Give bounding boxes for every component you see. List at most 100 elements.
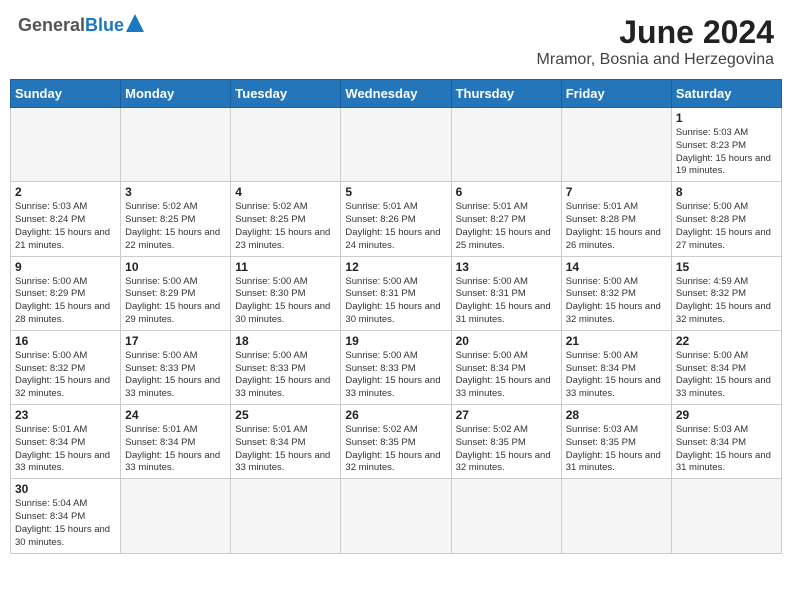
calendar-cell: 13 Sunrise: 5:00 AM Sunset: 8:31 PM Dayli… xyxy=(451,256,561,330)
calendar-cell xyxy=(121,479,231,553)
day-number: 15 xyxy=(676,260,777,274)
calendar-cell: 16 Sunrise: 5:00 AM Sunset: 8:32 PM Dayli… xyxy=(11,330,121,404)
calendar-cell: 7Sunrise: 5:01 AM Sunset: 8:28 PM Daylig… xyxy=(561,182,671,256)
day-number: 25 xyxy=(235,408,336,422)
cell-info: Sunrise: 5:01 AM Sunset: 8:26 PM Dayligh… xyxy=(345,201,446,252)
cell-info: Sunrise: 5:00 AM Sunset: 8:34 PM Dayligh… xyxy=(566,350,667,401)
cell-info: Sunrise: 4:59 AM Sunset: 8:32 PM Dayligh… xyxy=(676,276,777,327)
calendar-cell: 23 Sunrise: 5:01 AM Sunset: 8:34 PM Dayli… xyxy=(11,405,121,479)
cell-info: Sunrise: 5:01 AM Sunset: 8:27 PM Dayligh… xyxy=(456,201,557,252)
cell-info: Sunrise: 5:02 AM Sunset: 8:35 PM Dayligh… xyxy=(345,424,446,475)
day-number: 27 xyxy=(456,408,557,422)
calendar-cell: 15 Sunrise: 4:59 AM Sunset: 8:32 PM Dayli… xyxy=(671,256,781,330)
calendar-cell xyxy=(561,479,671,553)
header-day-friday: Friday xyxy=(561,80,671,108)
cell-info: Sunrise: 5:02 AM Sunset: 8:25 PM Dayligh… xyxy=(235,201,336,252)
calendar-cell xyxy=(341,479,451,553)
logo-general-text: General xyxy=(18,15,85,36)
calendar-cell xyxy=(121,108,231,182)
calendar-cell: 28 Sunrise: 5:03 AM Sunset: 8:35 PM Dayli… xyxy=(561,405,671,479)
calendar-cell: 17 Sunrise: 5:00 AM Sunset: 8:33 PM Dayli… xyxy=(121,330,231,404)
calendar-cell: 30Sunrise: 5:04 AM Sunset: 8:34 PM Dayli… xyxy=(11,479,121,553)
header-day-monday: Monday xyxy=(121,80,231,108)
day-number: 7 xyxy=(566,185,667,199)
cell-info: Sunrise: 5:00 AM Sunset: 8:29 PM Dayligh… xyxy=(15,276,116,327)
week-row-1: 1 Sunrise: 5:03 AM Sunset: 8:23 PM Daylig… xyxy=(11,108,782,182)
calendar-cell: 22 Sunrise: 5:00 AM Sunset: 8:34 PM Dayli… xyxy=(671,330,781,404)
cell-info: Sunrise: 5:01 AM Sunset: 8:34 PM Dayligh… xyxy=(125,424,226,475)
day-number: 8 xyxy=(676,185,777,199)
cell-info: Sunrise: 5:03 AM Sunset: 8:34 PM Dayligh… xyxy=(676,424,777,475)
cell-info: Sunrise: 5:00 AM Sunset: 8:33 PM Dayligh… xyxy=(345,350,446,401)
week-row-4: 16 Sunrise: 5:00 AM Sunset: 8:32 PM Dayli… xyxy=(11,330,782,404)
cell-info: Sunrise: 5:03 AM Sunset: 8:35 PM Dayligh… xyxy=(566,424,667,475)
cell-info: Sunrise: 5:03 AM Sunset: 8:23 PM Dayligh… xyxy=(676,127,777,178)
day-number: 23 xyxy=(15,408,116,422)
cell-info: Sunrise: 5:02 AM Sunset: 8:25 PM Dayligh… xyxy=(125,201,226,252)
cell-info: Sunrise: 5:00 AM Sunset: 8:34 PM Dayligh… xyxy=(676,350,777,401)
calendar-cell: 4 Sunrise: 5:02 AM Sunset: 8:25 PM Daylig… xyxy=(231,182,341,256)
day-number: 28 xyxy=(566,408,667,422)
cell-info: Sunrise: 5:01 AM Sunset: 8:34 PM Dayligh… xyxy=(235,424,336,475)
calendar-cell xyxy=(561,108,671,182)
calendar-cell xyxy=(11,108,121,182)
calendar-cell: 18Sunrise: 5:00 AM Sunset: 8:33 PM Dayli… xyxy=(231,330,341,404)
cell-info: Sunrise: 5:00 AM Sunset: 8:31 PM Dayligh… xyxy=(345,276,446,327)
cell-info: Sunrise: 5:00 AM Sunset: 8:30 PM Dayligh… xyxy=(235,276,336,327)
location-title: Mramor, Bosnia and Herzegovina xyxy=(537,51,774,69)
cell-info: Sunrise: 5:02 AM Sunset: 8:35 PM Dayligh… xyxy=(456,424,557,475)
calendar-cell: 1 Sunrise: 5:03 AM Sunset: 8:23 PM Daylig… xyxy=(671,108,781,182)
calendar-cell: 8 Sunrise: 5:00 AM Sunset: 8:28 PM Daylig… xyxy=(671,182,781,256)
day-number: 17 xyxy=(125,334,226,348)
calendar-cell: 26 Sunrise: 5:02 AM Sunset: 8:35 PM Dayli… xyxy=(341,405,451,479)
calendar-cell: 2 Sunrise: 5:03 AM Sunset: 8:24 PM Daylig… xyxy=(11,182,121,256)
cell-info: Sunrise: 5:03 AM Sunset: 8:24 PM Dayligh… xyxy=(15,201,116,252)
week-row-3: 9 Sunrise: 5:00 AM Sunset: 8:29 PM Daylig… xyxy=(11,256,782,330)
day-number: 22 xyxy=(676,334,777,348)
day-number: 13 xyxy=(456,260,557,274)
day-number: 26 xyxy=(345,408,446,422)
calendar-cell: 6Sunrise: 5:01 AM Sunset: 8:27 PM Daylig… xyxy=(451,182,561,256)
day-number: 24 xyxy=(125,408,226,422)
day-number: 16 xyxy=(15,334,116,348)
day-number: 29 xyxy=(676,408,777,422)
cell-info: Sunrise: 5:04 AM Sunset: 8:34 PM Dayligh… xyxy=(15,498,116,549)
cell-info: Sunrise: 5:00 AM Sunset: 8:32 PM Dayligh… xyxy=(566,276,667,327)
day-number: 10 xyxy=(125,260,226,274)
day-number: 9 xyxy=(15,260,116,274)
logo-triangle-icon xyxy=(126,14,144,32)
header-day-saturday: Saturday xyxy=(671,80,781,108)
cell-info: Sunrise: 5:01 AM Sunset: 8:34 PM Dayligh… xyxy=(15,424,116,475)
calendar-cell xyxy=(231,108,341,182)
cell-info: Sunrise: 5:00 AM Sunset: 8:28 PM Dayligh… xyxy=(676,201,777,252)
calendar-cell xyxy=(341,108,451,182)
day-number: 4 xyxy=(235,185,336,199)
week-row-5: 23 Sunrise: 5:01 AM Sunset: 8:34 PM Dayli… xyxy=(11,405,782,479)
calendar-cell xyxy=(451,108,561,182)
day-number: 18 xyxy=(235,334,336,348)
calendar-cell: 21Sunrise: 5:00 AM Sunset: 8:34 PM Dayli… xyxy=(561,330,671,404)
logo-blue-text: Blue xyxy=(85,15,124,36)
calendar-cell xyxy=(451,479,561,553)
calendar-table: SundayMondayTuesdayWednesdayThursdayFrid… xyxy=(10,79,782,554)
day-number: 19 xyxy=(345,334,446,348)
calendar-cell: 25 Sunrise: 5:01 AM Sunset: 8:34 PM Dayli… xyxy=(231,405,341,479)
day-number: 1 xyxy=(676,111,777,125)
calendar-cell: 14 Sunrise: 5:00 AM Sunset: 8:32 PM Dayli… xyxy=(561,256,671,330)
calendar-cell: 19 Sunrise: 5:00 AM Sunset: 8:33 PM Dayli… xyxy=(341,330,451,404)
day-number: 14 xyxy=(566,260,667,274)
header-day-thursday: Thursday xyxy=(451,80,561,108)
month-title: June 2024 xyxy=(537,14,774,51)
cell-info: Sunrise: 5:00 AM Sunset: 8:29 PM Dayligh… xyxy=(125,276,226,327)
header-day-sunday: Sunday xyxy=(11,80,121,108)
day-number: 3 xyxy=(125,185,226,199)
calendar-cell: 24 Sunrise: 5:01 AM Sunset: 8:34 PM Dayli… xyxy=(121,405,231,479)
cell-info: Sunrise: 5:00 AM Sunset: 8:32 PM Dayligh… xyxy=(15,350,116,401)
week-row-6: 30Sunrise: 5:04 AM Sunset: 8:34 PM Dayli… xyxy=(11,479,782,553)
calendar-cell xyxy=(671,479,781,553)
calendar-cell: 27 Sunrise: 5:02 AM Sunset: 8:35 PM Dayli… xyxy=(451,405,561,479)
calendar-cell: 20Sunrise: 5:00 AM Sunset: 8:34 PM Dayli… xyxy=(451,330,561,404)
day-number: 2 xyxy=(15,185,116,199)
cell-info: Sunrise: 5:00 AM Sunset: 8:33 PM Dayligh… xyxy=(125,350,226,401)
cell-info: Sunrise: 5:00 AM Sunset: 8:31 PM Dayligh… xyxy=(456,276,557,327)
